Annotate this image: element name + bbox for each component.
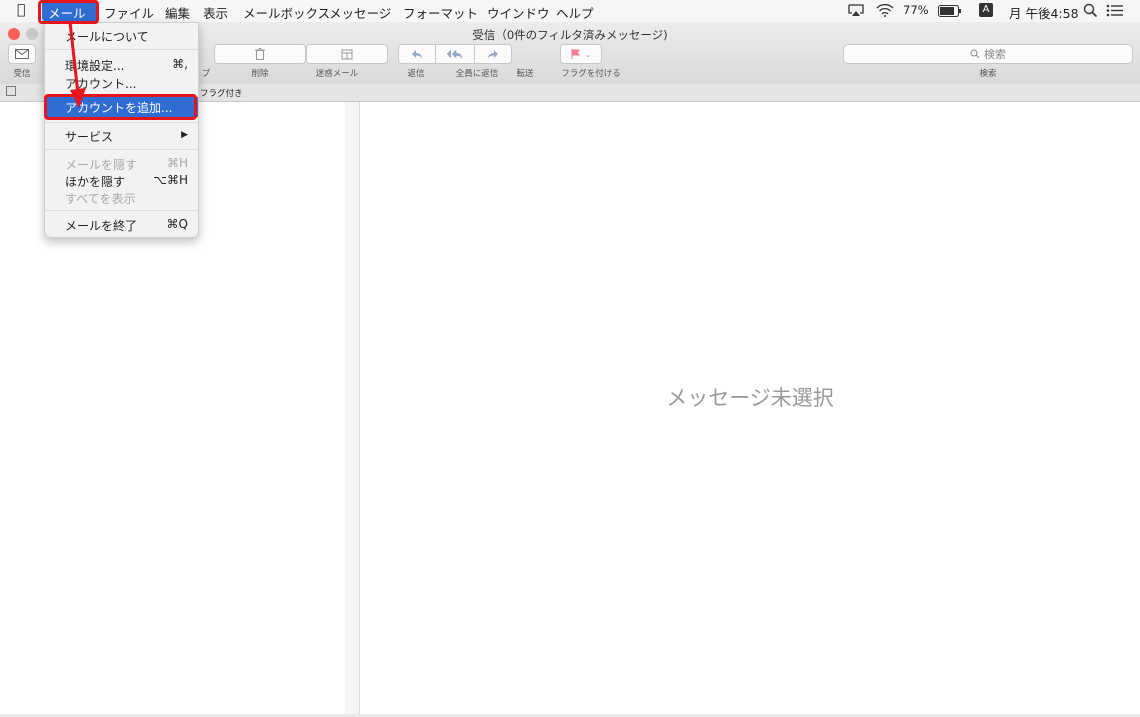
menu-separator (45, 122, 198, 123)
menu-item-services[interactable]: サービス ▶ (45, 126, 198, 146)
no-message-selected: メッセージ未選択 (666, 386, 834, 410)
menu-item-shortcut: ⌘Q (166, 217, 188, 231)
menu-message[interactable]: メッセージ (329, 3, 391, 22)
reply-icon (412, 50, 422, 59)
apple-logo-icon[interactable]:  (17, 2, 25, 18)
menu-item-show-all[interactable]: すべてを表示 (45, 188, 198, 208)
get-mail-label: 受信 (13, 69, 31, 79)
menu-bar:  メール ファイル 編集 表示 メールボックス メッセージ フォーマット ウイ… (0, 0, 1140, 23)
menu-window[interactable]: ウインドウ (487, 3, 550, 22)
archive-label: ブ (201, 69, 211, 79)
input-mode-badge[interactable]: A (979, 3, 993, 17)
junk-button[interactable] (306, 44, 388, 64)
search-icon (970, 49, 980, 59)
spotlight-icon[interactable] (1083, 3, 1098, 21)
menu-mailbox[interactable]: メールボックス (243, 3, 330, 22)
pane-divider[interactable] (345, 102, 360, 714)
delete-button[interactable] (214, 44, 306, 64)
menu-item-label: サービス (65, 130, 114, 144)
flag-label: フラグを付ける (561, 69, 621, 79)
menu-item-shortcut: ⌘H (166, 156, 188, 170)
reply-label: 返信 (407, 69, 425, 79)
menu-file[interactable]: ファイル (104, 3, 154, 22)
search-input[interactable]: 検索 (843, 44, 1133, 64)
annotation-arrow-icon (68, 21, 86, 108)
menu-help[interactable]: ヘルプ (556, 3, 594, 22)
sidebar-toggle-icon[interactable] (6, 86, 16, 96)
menu-item-quit[interactable]: メールを終了 ⌘Q (45, 215, 198, 235)
menu-item-label: メールを終了 (65, 219, 138, 233)
reply-button[interactable] (398, 44, 436, 64)
submenu-arrow-icon: ▶ (181, 130, 188, 140)
menu-item-label: すべてを表示 (65, 192, 136, 206)
flag-button[interactable]: ⌄ (560, 44, 602, 64)
junk-label: 迷惑メール (315, 69, 359, 79)
menu-separator (45, 149, 198, 150)
favorite-flagged[interactable]: フラグ付き (200, 87, 243, 99)
menu-item-shortcut: ⌥⌘H (153, 173, 188, 187)
forward-icon (488, 50, 498, 59)
chevron-down-icon: ⌄ (584, 49, 592, 59)
trash-icon (255, 48, 265, 60)
clock[interactable]: 月 午後4:58 (1009, 3, 1079, 22)
menu-edit[interactable]: 編集 (165, 3, 190, 22)
search-placeholder: 検索 (984, 48, 1006, 61)
menu-view[interactable]: 表示 (203, 3, 228, 22)
forward-button[interactable] (474, 44, 512, 64)
airplay-icon[interactable] (848, 4, 864, 20)
junk-icon (341, 49, 353, 60)
reply-all-button[interactable] (435, 44, 475, 64)
get-mail-button[interactable] (8, 44, 36, 64)
menu-separator (45, 210, 198, 211)
forward-label: 転送 (516, 69, 534, 79)
reply-all-label: 全員に返信 (455, 69, 499, 79)
menu-format[interactable]: フォーマット (403, 3, 478, 22)
search-label: 検索 (979, 69, 997, 79)
flag-icon (571, 49, 580, 59)
delete-label: 削除 (251, 69, 269, 79)
battery-percent: 77% (903, 3, 929, 17)
menu-item-shortcut: ⌘, (172, 57, 188, 71)
envelope-icon (15, 49, 29, 59)
battery-icon[interactable] (938, 5, 962, 20)
notification-center-icon[interactable] (1106, 4, 1124, 20)
reply-all-icon (447, 49, 463, 59)
wifi-icon[interactable] (876, 3, 894, 20)
